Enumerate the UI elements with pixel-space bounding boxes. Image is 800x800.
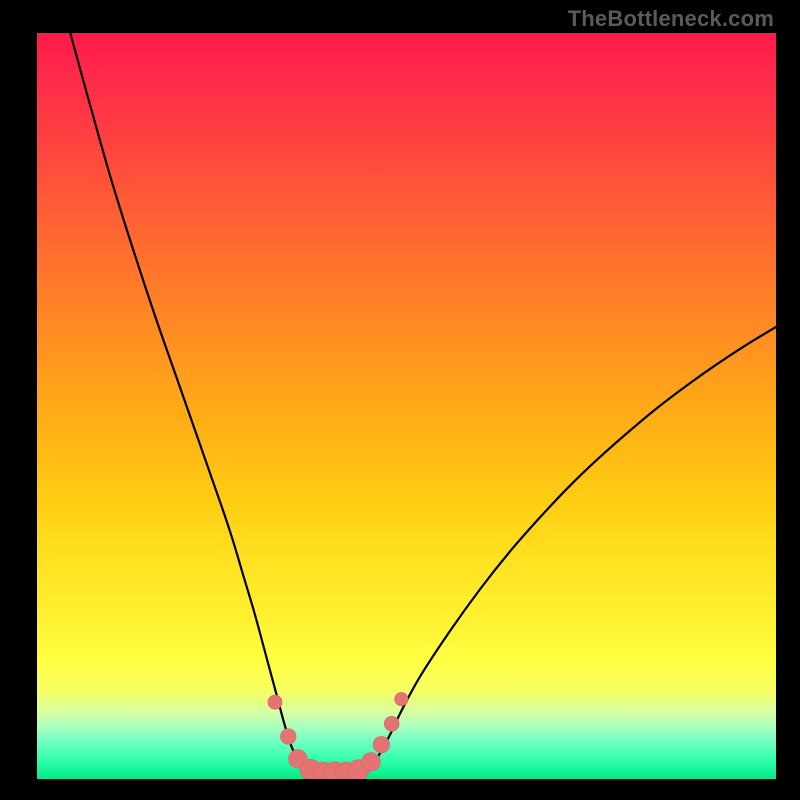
data-marker — [384, 716, 399, 731]
marker-group — [268, 693, 408, 779]
chart-svg — [37, 33, 776, 779]
watermark-label: TheBottleneck.com — [568, 6, 774, 32]
curve-right-branch — [370, 327, 776, 770]
chart-frame: TheBottleneck.com — [0, 0, 800, 800]
plot-area — [37, 33, 776, 779]
data-marker — [373, 737, 389, 753]
curve-left-branch — [70, 33, 303, 770]
data-marker — [268, 695, 282, 709]
data-marker — [281, 729, 297, 745]
data-marker — [395, 693, 408, 706]
series-group — [70, 33, 776, 778]
data-marker — [362, 753, 380, 771]
